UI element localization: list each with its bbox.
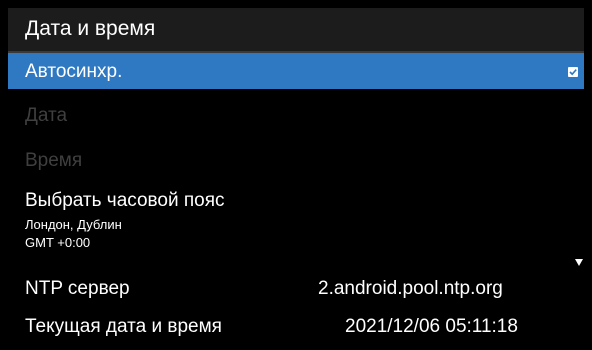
- timezone-row[interactable]: Выбрать часовой пояс Лондон, Дублин GMT …: [8, 186, 584, 258]
- current-datetime-row: Текущая дата и время 2021/12/06 05:11:18: [8, 308, 584, 342]
- autosync-row[interactable]: Автосинхр.: [8, 53, 584, 89]
- checkbox-checked-icon[interactable]: [568, 67, 578, 77]
- current-datetime-label: Текущая дата и время: [25, 316, 222, 337]
- ntp-server-value: 2.android.pool.ntp.org: [318, 278, 503, 299]
- ntp-server-label: NTP сервер: [25, 278, 130, 299]
- date-row[interactable]: Дата: [8, 97, 584, 133]
- timezone-city: Лондон, Дублин: [25, 217, 122, 232]
- timezone-offset: GMT +0:00: [25, 235, 91, 250]
- timezone-label: Выбрать часовой пояс: [25, 190, 225, 211]
- date-time-settings-panel: Дата и время Автосинхр. Дата Время Выбра…: [8, 8, 584, 342]
- scroll-down-arrow-icon[interactable]: [575, 259, 583, 266]
- page-title: Дата и время: [25, 17, 156, 40]
- current-datetime-value: 2021/12/06 05:11:18: [345, 316, 518, 337]
- time-label: Время: [25, 150, 83, 171]
- autosync-label: Автосинхр.: [25, 61, 123, 82]
- panel-header: Дата и время: [8, 8, 584, 53]
- ntp-server-row[interactable]: NTP сервер 2.android.pool.ntp.org: [8, 272, 584, 308]
- time-row[interactable]: Время: [8, 142, 584, 178]
- date-label: Дата: [25, 105, 68, 126]
